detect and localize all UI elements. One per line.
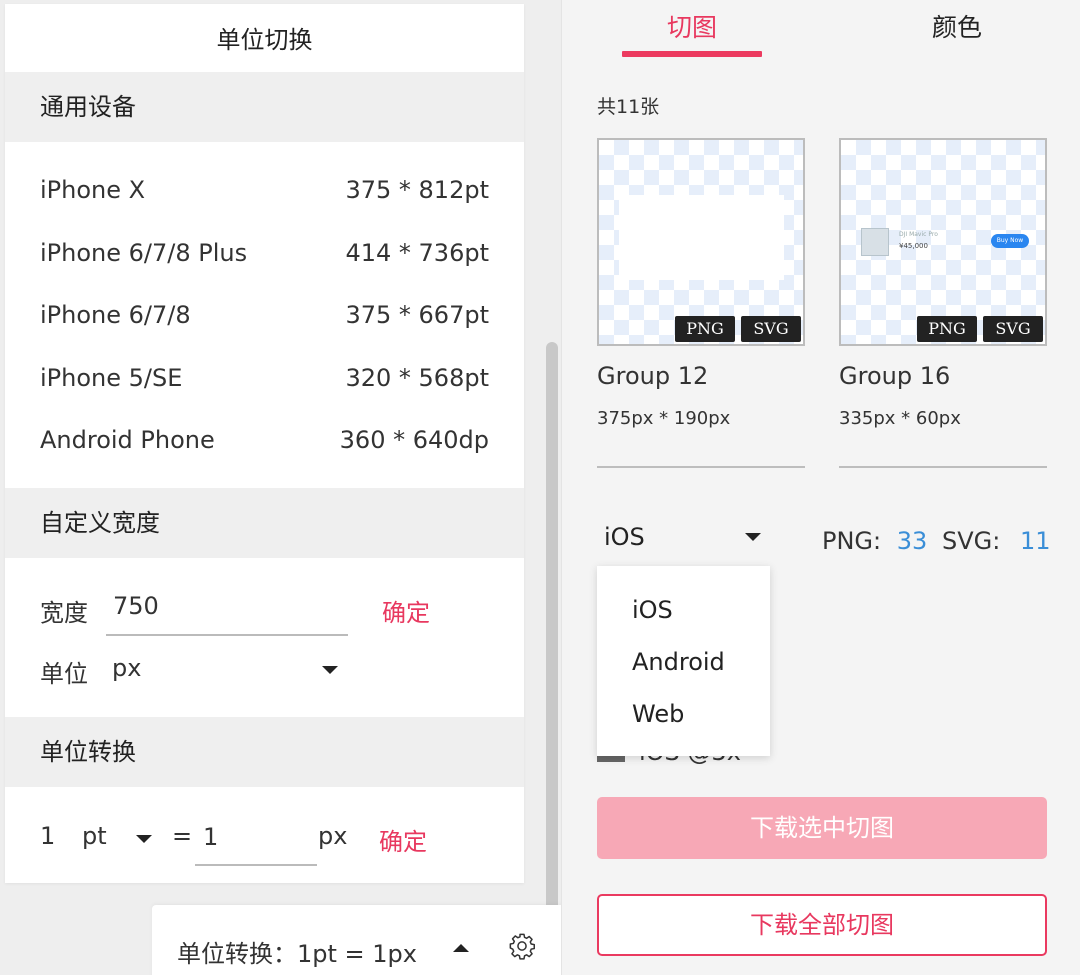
device-size: 320 * 568pt: [345, 363, 489, 392]
device-row-iphone-678-plus[interactable]: iPhone 6/7/8 Plus 414 * 736pt: [40, 222, 489, 285]
slice-preview: [619, 195, 784, 280]
platform-select[interactable]: iOS: [604, 523, 645, 551]
product-name: DJI Mavic Pro: [899, 231, 938, 238]
convert-right-unit: px: [318, 821, 348, 850]
unit-status-bar[interactable]: 单位转换：1pt = 1px: [152, 905, 562, 975]
device-size: 360 * 640dp: [339, 426, 489, 455]
png-count: 33: [896, 527, 928, 555]
width-confirm-button[interactable]: 确定: [382, 593, 430, 628]
divider: [597, 466, 805, 468]
slice-size: 335px * 60px: [839, 408, 961, 429]
png-badge[interactable]: PNG: [917, 316, 977, 342]
convert-left-unit-select[interactable]: pt: [82, 822, 107, 850]
divider: [839, 466, 1047, 468]
active-tab-indicator: [622, 51, 762, 57]
device-list: iPhone X 375 * 812pt iPhone 6/7/8 Plus 4…: [5, 142, 524, 488]
svg-badge[interactable]: SVG: [983, 316, 1043, 342]
scrollbar-thumb[interactable]: [546, 342, 558, 912]
device-name: iPhone 5/SE: [40, 363, 183, 392]
panel-title: 单位切换: [216, 26, 313, 54]
unit-select[interactable]: px: [112, 654, 141, 682]
product-price: ¥45,000: [899, 242, 928, 250]
unit-label: 单位: [40, 659, 88, 688]
section-header-devices: 通用设备: [5, 72, 524, 142]
slice-thumbnail-group-12[interactable]: PNG SVG: [597, 138, 805, 346]
width-input[interactable]: 750: [106, 590, 348, 636]
chevron-up-icon[interactable]: [453, 944, 469, 952]
convert-right-input[interactable]: 1: [195, 815, 317, 866]
svg-count: 11: [1019, 527, 1051, 555]
section-header-unit-convert: 单位转换: [5, 716, 524, 787]
device-size: 414 * 736pt: [345, 238, 489, 267]
chevron-down-icon[interactable]: [322, 665, 338, 674]
svg-label: SVG:: [942, 527, 1001, 555]
custom-width-form: 宽度 750 确定 单位 px: [5, 558, 524, 717]
slice-name: Group 16: [839, 362, 951, 390]
unit-switch-panel: 单位切换 通用设备 iPhone X 375 * 812pt iPhone 6/…: [5, 4, 524, 883]
png-label: PNG:: [822, 527, 882, 555]
slice-size: 375px * 190px: [597, 408, 731, 429]
convert-confirm-button[interactable]: 确定: [379, 822, 427, 857]
device-name: iPhone 6/7/8 Plus: [40, 238, 248, 267]
buy-now-button: Buy Now: [991, 234, 1029, 248]
png-count-label: PNG: 33: [822, 527, 927, 555]
svg-badge[interactable]: SVG: [741, 316, 801, 342]
png-badge[interactable]: PNG: [675, 316, 735, 342]
dropdown-option-android[interactable]: Android: [632, 648, 725, 676]
download-all-button[interactable]: 下载全部切图: [597, 894, 1047, 956]
download-selected-button[interactable]: 下载选中切图: [597, 797, 1047, 859]
tab-colors[interactable]: 颜色: [902, 8, 1012, 44]
tab-slices[interactable]: 切图: [622, 8, 762, 44]
device-name: iPhone 6/7/8: [40, 301, 191, 330]
svg-count-label: SVG: 11: [942, 527, 1051, 555]
dropdown-option-web[interactable]: Web: [632, 700, 684, 728]
width-label: 宽度: [40, 598, 88, 627]
device-row-iphone-678[interactable]: iPhone 6/7/8 375 * 667pt: [40, 284, 489, 347]
slices-panel: 切图 颜色 共11张 PNG SVG DJI Mavic Pro ¥45,000…: [561, 0, 1080, 975]
device-row-android-phone[interactable]: Android Phone 360 * 640dp: [40, 409, 489, 472]
gear-icon[interactable]: [508, 932, 536, 960]
device-name: iPhone X: [40, 176, 146, 205]
convert-equals: =: [172, 821, 193, 850]
convert-left-value: 1: [40, 821, 56, 850]
dropdown-option-ios[interactable]: iOS: [632, 596, 673, 624]
slice-thumbnail-group-16[interactable]: DJI Mavic Pro ¥45,000 Buy Now PNG SVG: [839, 138, 1047, 346]
chevron-down-icon[interactable]: [745, 533, 761, 541]
platform-dropdown-menu: iOS Android Web: [597, 566, 770, 756]
slice-name: Group 12: [597, 362, 709, 390]
device-row-iphone-x[interactable]: iPhone X 375 * 812pt: [40, 159, 489, 222]
unit-convert-row: 1 pt = 1 px 确定: [5, 787, 524, 884]
chevron-down-icon[interactable]: [136, 834, 152, 843]
device-row-iphone-5se[interactable]: iPhone 5/SE 320 * 568pt: [40, 347, 489, 410]
status-text: 单位转换：1pt = 1px: [177, 940, 417, 968]
section-header-custom-width: 自定义宽度: [5, 487, 524, 558]
product-image: [861, 228, 889, 256]
device-name: Android Phone: [40, 426, 215, 455]
device-size: 375 * 812pt: [345, 176, 489, 205]
device-size: 375 * 667pt: [345, 301, 489, 330]
slice-count: 共11张: [597, 96, 660, 118]
slice-preview: DJI Mavic Pro ¥45,000 Buy Now: [861, 228, 1029, 258]
